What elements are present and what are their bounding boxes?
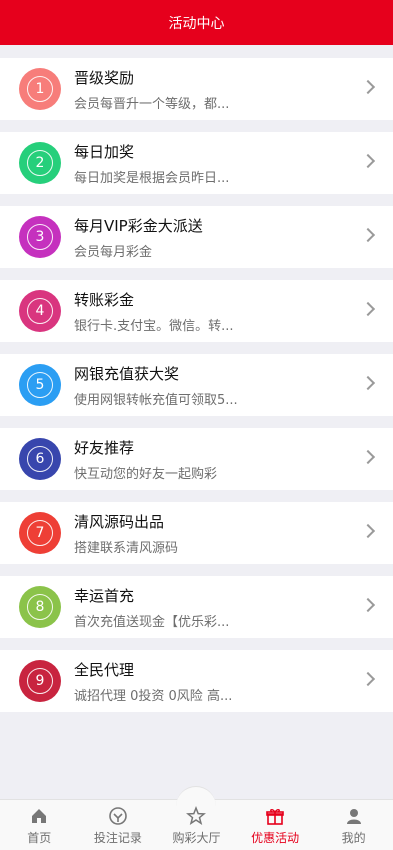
chevron-right-icon: [360, 301, 376, 317]
number-badge-icon: 5: [19, 364, 61, 406]
tab-mine[interactable]: 我的: [314, 800, 393, 850]
tab-bet-record[interactable]: 投注记录: [79, 800, 158, 850]
activity-item[interactable]: 8 幸运首充 首次充值送现金【优乐彩...: [0, 576, 393, 638]
number-badge-icon: 1: [19, 68, 61, 110]
home-icon: [32, 809, 47, 823]
activity-desc: 使用网银转帐充值可领取5...: [74, 393, 238, 408]
page-title: 活动中心: [168, 15, 225, 32]
chevron-right-icon: [360, 375, 376, 391]
activity-item[interactable]: 1 晋级奖励 会员每晋升一个等级，都...: [0, 58, 393, 120]
badge-number: 8: [27, 594, 53, 620]
activity-title: 每日加奖: [74, 143, 135, 161]
activity-item[interactable]: 4 转账彩金 银行卡.支付宝。微信。转...: [0, 280, 393, 342]
badge-number: 3: [27, 224, 53, 250]
number-badge-icon: 2: [19, 142, 61, 184]
chevron-right-icon: [360, 153, 376, 169]
activity-title: 幸运首充: [74, 587, 135, 605]
activity-desc: 会员每月彩金: [74, 245, 153, 260]
tab-label: 购彩大厅: [172, 831, 221, 845]
number-badge-icon: 6: [19, 438, 61, 480]
number-badge-icon: 9: [19, 660, 61, 702]
gift-icon: [266, 809, 284, 825]
activity-desc: 会员每晋升一个等级，都...: [74, 97, 230, 112]
number-badge-icon: 4: [19, 290, 61, 332]
activity-item[interactable]: 9 全民代理 诚招代理 0投资 0风险 高...: [0, 650, 393, 712]
number-badge-icon: 8: [19, 586, 61, 628]
activity-desc: 快互动您的好友一起购彩: [74, 467, 218, 482]
page-header: 活动中心: [0, 0, 393, 45]
chevron-right-icon: [360, 597, 376, 613]
tab-promotions[interactable]: 优惠活动: [236, 800, 315, 850]
tab-lottery-hall[interactable]: 购彩大厅: [157, 786, 236, 850]
activity-title: 全民代理: [74, 661, 135, 679]
activity-desc: 首次充值送现金【优乐彩...: [74, 615, 230, 630]
bet-record-icon: [109, 807, 127, 825]
activity-item[interactable]: 5 网银充值获大奖 使用网银转帐充值可领取5...: [0, 354, 393, 416]
activity-item[interactable]: 3 每月VIP彩金大派送 会员每月彩金: [0, 206, 393, 268]
activity-list: 1 晋级奖励 会员每晋升一个等级，都... 2 每日加奖 每日加奖是根据会员昨日…: [0, 58, 393, 724]
tab-label: 我的: [341, 831, 366, 845]
activity-title: 好友推荐: [74, 439, 135, 457]
chevron-right-icon: [360, 227, 376, 243]
activity-title: 清风源码出品: [74, 513, 165, 531]
chevron-right-icon: [360, 79, 376, 95]
activity-item[interactable]: 2 每日加奖 每日加奖是根据会员昨日...: [0, 132, 393, 194]
tab-label: 投注记录: [93, 831, 142, 845]
chevron-right-icon: [360, 671, 376, 687]
badge-number: 9: [27, 668, 53, 694]
person-icon: [346, 809, 361, 824]
tab-label: 优惠活动: [251, 831, 300, 845]
activity-title: 晋级奖励: [74, 69, 135, 87]
activity-desc: 每日加奖是根据会员昨日...: [74, 171, 230, 186]
activity-title: 网银充值获大奖: [74, 365, 180, 383]
number-badge-icon: 3: [19, 216, 61, 258]
badge-number: 1: [27, 76, 53, 102]
activity-desc: 银行卡.支付宝。微信。转...: [74, 319, 234, 334]
number-badge-icon: 7: [19, 512, 61, 554]
tab-label: 首页: [27, 831, 52, 845]
activity-title: 转账彩金: [74, 291, 135, 309]
activity-item[interactable]: 6 好友推荐 快互动您的好友一起购彩: [0, 428, 393, 490]
activity-item[interactable]: 7 清风源码出品 搭建联系清风源码: [0, 502, 393, 564]
activity-desc: 搭建联系清风源码: [74, 541, 179, 556]
activity-desc: 诚招代理 0投资 0风险 高...: [74, 689, 233, 704]
tab-home[interactable]: 首页: [0, 800, 79, 850]
badge-number: 5: [27, 372, 53, 398]
bottom-tabbar: 首页 投注记录 购彩大厅 优惠活动 我的: [0, 786, 393, 850]
badge-number: 2: [27, 150, 53, 176]
activity-title: 每月VIP彩金大派送: [74, 217, 203, 235]
chevron-right-icon: [360, 523, 376, 539]
chevron-right-icon: [360, 449, 376, 465]
star-icon: [186, 805, 207, 826]
badge-number: 4: [27, 298, 53, 324]
badge-number: 7: [27, 520, 53, 546]
badge-number: 6: [27, 446, 53, 472]
